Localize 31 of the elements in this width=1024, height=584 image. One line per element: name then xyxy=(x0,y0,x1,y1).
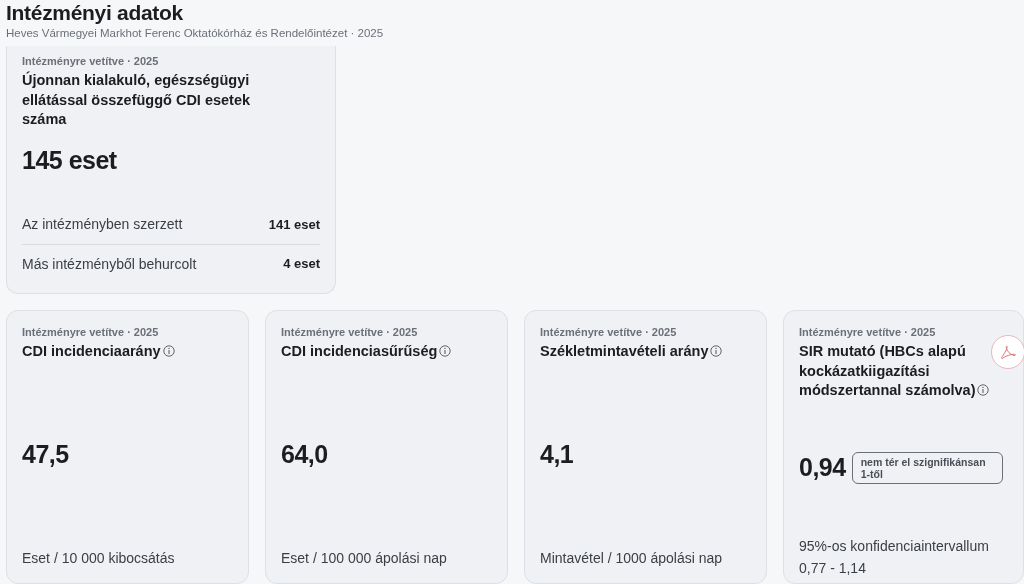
card-title: CDI incidenciaarány xyxy=(22,343,161,359)
card-eyebrow: Intézményre vetítve · 2025 xyxy=(281,325,419,339)
info-icon[interactable] xyxy=(710,345,723,357)
metric-value: 4,1 xyxy=(540,438,574,470)
card-eyebrow: Intézményre vetítve · 2025 xyxy=(799,325,937,339)
row-value: 141 eset xyxy=(268,215,320,234)
card-eyebrow: Intézményre vetítve · 2025 xyxy=(540,325,678,339)
card-footer: 95%-os konfidenciaintervallum 0,77 - 1,14 xyxy=(799,535,999,579)
metric-value: 64,0 xyxy=(281,438,328,470)
card-value: 145 eset xyxy=(22,144,118,176)
card-footer: Eset / 100 000 ápolási nap xyxy=(281,547,481,569)
row-label: Az intézményben szerzett xyxy=(22,215,183,234)
card-footer: Mintavétel / 1000 ápolási nap xyxy=(540,547,740,569)
info-icon[interactable] xyxy=(162,345,175,357)
card-eyebrow: Intézményre vetítve · 2025 xyxy=(22,325,160,339)
page-subtitle: Heves Vármegyei Markhot Ferenc Oktatókórház és Rendelőintézet · 2025 xyxy=(6,26,385,40)
card-title: CDI incidenciasűrűség xyxy=(281,343,438,359)
metric-value: 47,5 xyxy=(22,438,69,470)
page-title: Intézményi adatok xyxy=(6,0,184,26)
card-eyebrow: Intézményre vetítve · 2025 xyxy=(22,54,160,68)
status-badge: nem tér el szignifikánsan 1-től xyxy=(851,451,1003,484)
card-footer: Eset / 10 000 kibocsátás xyxy=(22,547,222,569)
metric-value: 0,94 xyxy=(799,452,846,483)
pdf-icon xyxy=(999,343,1017,361)
card-title: Újonnan kialakuló, egészségügyi ellátással összefüggő CDI esetek száma xyxy=(22,71,252,129)
info-icon[interactable] xyxy=(439,345,452,357)
info-icon[interactable] xyxy=(977,384,990,396)
card-title: Székletmintavételi arány xyxy=(540,343,709,359)
card-title: SIR mutató (HBCs alapú kockázatkiigazítási módszertannal számolva) xyxy=(799,343,976,398)
row-label: Más intézményből behurcolt xyxy=(22,254,197,274)
row-value: 4 eset xyxy=(283,255,320,274)
